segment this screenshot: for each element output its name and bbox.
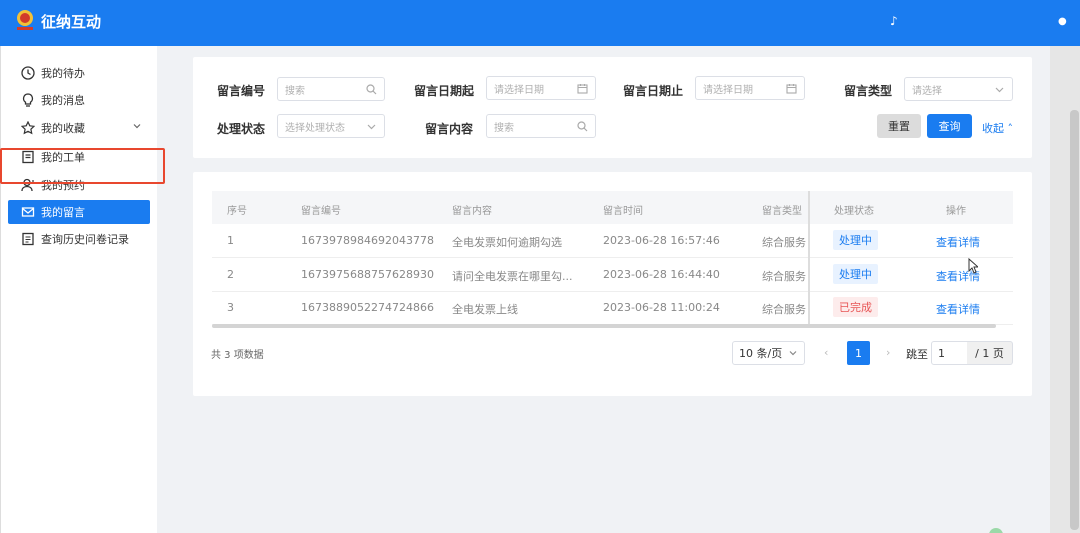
- search-icon: [577, 121, 588, 132]
- jump-page-input[interactable]: 1: [931, 341, 968, 365]
- view-details-link[interactable]: 查看详情: [936, 234, 980, 250]
- tax-emblem-logo: [17, 10, 33, 30]
- col-content: 留言内容: [452, 206, 492, 217]
- small-dot-icon[interactable]: ●: [1058, 16, 1067, 27]
- date-to-picker[interactable]: 请选择日期: [695, 76, 805, 100]
- cell-index: 3: [227, 301, 234, 314]
- table-row: 2 1673975688757628930 请问全电发票在哪里勾... 2023…: [212, 258, 1013, 292]
- cell-content: 请问全电发票在哪里勾...: [452, 270, 573, 283]
- status-badge: 处理中: [833, 230, 878, 250]
- cell-content: 全电发票如何逾期勾选: [452, 236, 562, 249]
- table-header: 序号 留言编号 留言内容 留言时间 留言类型 处理状态 操作: [212, 191, 1013, 224]
- cell-type: 综合服务: [762, 236, 806, 249]
- sidebar-item-label: 我的待办: [41, 67, 85, 80]
- col-time: 留言时间: [603, 206, 643, 217]
- cell-msg-no: 1673889052274724866: [301, 301, 434, 314]
- chevron-down-icon[interactable]: [132, 121, 142, 131]
- cell-msg-no: 1673978984692043778: [301, 234, 434, 247]
- horizontal-scrollbar[interactable]: [212, 324, 996, 328]
- msg-no-placeholder: 搜索: [285, 85, 305, 97]
- chevron-up-icon: ˄: [1004, 122, 1013, 135]
- total-pages: / 1 页: [967, 341, 1013, 365]
- cell-type: 综合服务: [762, 270, 806, 283]
- cell-index: 2: [227, 268, 234, 281]
- app-title: 征纳互动: [41, 13, 102, 31]
- msg-no-label: 留言编号: [217, 84, 266, 98]
- sidebar-item-messages[interactable]: 我的消息: [1, 87, 158, 113]
- date-to-placeholder: 请选择日期: [703, 84, 753, 96]
- cell-index: 1: [227, 234, 234, 247]
- type-label: 留言类型: [844, 84, 893, 98]
- reset-button[interactable]: 重置: [877, 114, 921, 138]
- col-type: 留言类型: [762, 206, 802, 217]
- sidebar-item-survey-history[interactable]: 查询历史问卷记录: [1, 226, 158, 252]
- content-input[interactable]: 搜索: [486, 114, 596, 138]
- col-index: 序号: [227, 206, 247, 217]
- chevron-down-icon: [789, 351, 797, 356]
- total-count: 共 3 项数据: [211, 350, 264, 361]
- col-action: 操作: [946, 206, 966, 217]
- highlight-annotation: [0, 148, 165, 184]
- date-to-label: 留言日期止: [623, 84, 684, 98]
- view-details-link[interactable]: 查看详情: [936, 301, 980, 317]
- table-row: 1 1673978984692043778 全电发票如何逾期勾选 2023-06…: [212, 224, 1013, 258]
- music-note-icon[interactable]: ♪: [890, 14, 898, 28]
- chevron-down-icon: [995, 87, 1004, 93]
- sidebar-item-todo[interactable]: 我的待办: [1, 60, 158, 86]
- sidebar-item-label: 我的消息: [41, 94, 85, 107]
- cell-time: 2023-06-28 11:00:24: [603, 301, 720, 314]
- top-bar: 征纳互动 ♪ ●: [0, 0, 1080, 46]
- msg-no-input[interactable]: 搜索: [277, 77, 385, 101]
- sidebar-item-favorites[interactable]: 我的收藏: [1, 115, 158, 141]
- floating-assistant-icon[interactable]: [989, 528, 1003, 533]
- table-row: 3 1673889052274724866 全电发票上线 2023-06-28 …: [212, 291, 1013, 325]
- status-placeholder: 选择处理状态: [285, 122, 345, 134]
- collapse-link[interactable]: 收起 ˄: [982, 120, 1013, 136]
- cell-msg-no: 1673975688757628930: [301, 268, 434, 281]
- content-label: 留言内容: [425, 122, 474, 136]
- search-icon: [366, 84, 377, 95]
- page-size-select[interactable]: 10 条/页: [732, 341, 805, 365]
- cell-content: 全电发票上线: [452, 303, 518, 316]
- list-icon: [20, 231, 36, 247]
- type-placeholder: 请选择: [912, 85, 942, 97]
- col-status: 处理状态: [834, 206, 874, 217]
- sidebar-item-label: 我的留言: [41, 206, 85, 219]
- cell-time: 2023-06-28 16:44:40: [603, 268, 720, 281]
- mail-icon: [20, 204, 36, 220]
- date-from-placeholder: 请选择日期: [494, 84, 544, 96]
- status-badge: 已完成: [833, 297, 878, 317]
- page-size-value: 10 条/页: [739, 347, 783, 360]
- content-placeholder: 搜索: [494, 122, 514, 134]
- status-label: 处理状态: [217, 122, 266, 136]
- col-msg-no: 留言编号: [301, 206, 341, 217]
- cell-type: 综合服务: [762, 303, 806, 316]
- date-from-picker[interactable]: 请选择日期: [486, 76, 596, 100]
- filter-panel: [193, 57, 1032, 158]
- page-number-current[interactable]: 1: [847, 341, 870, 365]
- sidebar-item-label: 我的收藏: [41, 122, 85, 135]
- jump-label: 跳至: [906, 348, 928, 361]
- calendar-icon: [786, 84, 797, 94]
- status-select[interactable]: 选择处理状态: [277, 114, 385, 138]
- collapse-label: 收起: [982, 122, 1004, 135]
- sidebar-item-my-messages[interactable]: 我的留言: [1, 199, 158, 225]
- vertical-scrollbar[interactable]: [1070, 110, 1079, 530]
- sidebar-item-label: 查询历史问卷记录: [41, 233, 129, 246]
- query-button[interactable]: 查询: [927, 114, 972, 138]
- sidebar: 我的待办 我的消息 我的收藏 我的工单 我的预约 我的留言 查询历史问卷记录: [0, 46, 157, 533]
- cell-time: 2023-06-28 16:57:46: [603, 234, 720, 247]
- chevron-down-icon: [367, 124, 376, 130]
- status-badge: 处理中: [833, 264, 878, 284]
- date-from-label: 留言日期起: [414, 84, 475, 98]
- mouse-cursor-icon: [968, 258, 978, 274]
- type-select[interactable]: 请选择: [904, 77, 1013, 101]
- clock-icon: [20, 65, 36, 81]
- bulb-icon: [20, 92, 36, 108]
- calendar-icon: [577, 84, 588, 94]
- fixed-column-divider: [808, 191, 810, 325]
- star-icon: [20, 120, 36, 136]
- next-page-icon[interactable]: ›: [886, 346, 890, 359]
- prev-page-icon[interactable]: ‹: [824, 346, 828, 359]
